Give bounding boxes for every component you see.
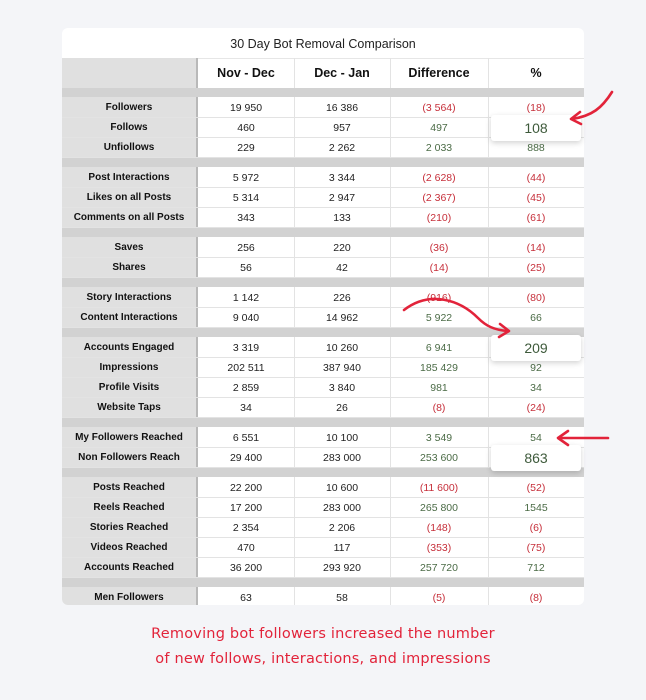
caption-line-2: of new follows, interactions, and impres… (155, 651, 491, 667)
arrow-to-accounts-engaged-icon (402, 297, 510, 333)
annotation-arrows (402, 90, 614, 447)
caption-line-1: Removing bot followers increased the num… (151, 626, 495, 642)
